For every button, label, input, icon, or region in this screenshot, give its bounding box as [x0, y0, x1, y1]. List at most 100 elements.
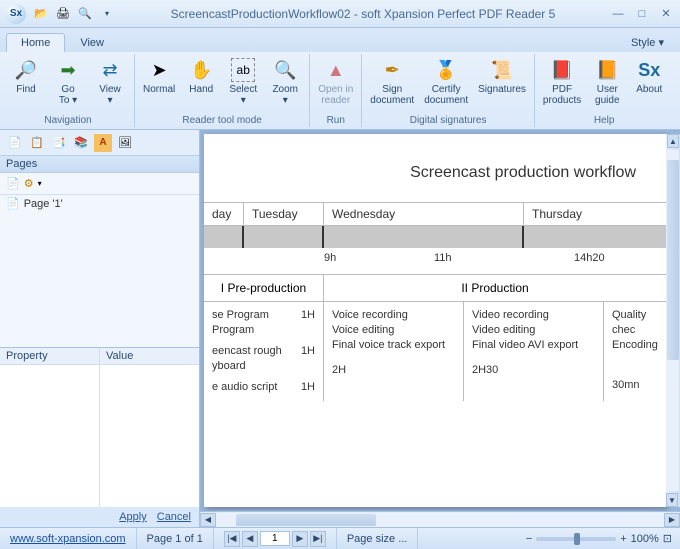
- vendor-link[interactable]: www.soft-xpansion.com: [10, 533, 126, 545]
- dropdown-icon[interactable]: ▾: [98, 5, 116, 23]
- select-icon: ab: [231, 58, 255, 82]
- scroll-thumb[interactable]: [667, 160, 679, 360]
- app-logo[interactable]: Sx: [6, 4, 26, 24]
- ribbon: 🔎Find ➡Go To ▾ ⇄View ▾ Navigation ➤Norma…: [0, 52, 680, 130]
- guide-icon: 📙: [595, 58, 619, 82]
- titlebar: Sx 📂 🖨 🔍 ▾ ScreencastProductionWorkflow0…: [0, 0, 680, 28]
- pen-icon: ✒: [380, 58, 404, 82]
- panel-footer: Apply Cancel: [0, 507, 199, 527]
- vendor-link-segment: www.soft-xpansion.com: [0, 528, 137, 549]
- page-tree-item[interactable]: 📄 Page '1': [0, 195, 199, 212]
- arrow-right-icon: ➡: [56, 58, 80, 82]
- signatures-icon: 📜: [490, 58, 514, 82]
- timeline-bar: [204, 226, 666, 248]
- arrows-icon: ⇄: [98, 58, 122, 82]
- layers-icon[interactable]: 📚: [72, 134, 90, 152]
- timeline-header: day Tuesday Wednesday Thursday: [204, 202, 666, 226]
- window-title: ScreencastProductionWorkflow02 - soft Xp…: [116, 7, 610, 21]
- scroll-down-icon[interactable]: ▼: [666, 493, 678, 507]
- thumb-icon[interactable]: 📄: [6, 177, 20, 190]
- pdf-products-button[interactable]: 📕PDF products: [539, 56, 585, 108]
- bookmark-icon[interactable]: 📑: [50, 134, 68, 152]
- phase-cell: I Pre-production: [204, 275, 324, 301]
- image-icon[interactable]: 🖼: [116, 134, 134, 152]
- scroll-left-icon[interactable]: ◀: [200, 513, 216, 527]
- normal-button[interactable]: ➤Normal: [139, 56, 179, 97]
- task-cell: se Program1H Program eencast rough1H ybo…: [204, 302, 324, 401]
- first-page-button[interactable]: |◀: [224, 531, 240, 547]
- open-in-reader-button[interactable]: ▲Open in reader: [314, 56, 357, 108]
- phase-cell: II Production: [324, 275, 666, 301]
- pdf-page: Screencast production workflow day Tuesd…: [204, 134, 666, 507]
- zoom-slider[interactable]: [536, 537, 616, 541]
- maximize-button[interactable]: □: [634, 6, 650, 22]
- group-label: Navigation: [6, 114, 130, 127]
- properties-table: Property Value: [0, 348, 199, 507]
- cancel-link[interactable]: Cancel: [157, 511, 191, 523]
- certify-button[interactable]: 🏅Certify document: [420, 56, 472, 108]
- minimize-button[interactable]: —: [610, 6, 626, 22]
- sign-button[interactable]: ✒Sign document: [366, 56, 418, 108]
- day-cell: Tuesday: [244, 203, 324, 225]
- zoom-button[interactable]: 🔍Zoom ▾: [265, 56, 305, 108]
- group-label: Help: [539, 114, 669, 127]
- select-button[interactable]: abSelect ▾: [223, 56, 263, 108]
- magnifier-icon: 🔍: [273, 58, 297, 82]
- main-area: 📄 📋 📑 📚 A 🖼 Pages 📄 ⚙ ▾ 📄 Page '1' Prope…: [0, 130, 680, 527]
- vertical-scrollbar[interactable]: ▲ ▼: [666, 134, 680, 507]
- prev-page-button[interactable]: ◀: [242, 531, 258, 547]
- hand-icon: ✋: [189, 58, 213, 82]
- about-button[interactable]: SxAbout: [629, 56, 669, 97]
- duration-label: 14h20: [574, 252, 605, 264]
- pages-toolbar: 📄 ⚙ ▾: [0, 173, 199, 195]
- zoom-in-button[interactable]: +: [620, 533, 626, 545]
- search-icon[interactable]: 🔍: [76, 5, 94, 23]
- zoom-value: 100%: [631, 533, 659, 545]
- find-button[interactable]: 🔎Find: [6, 56, 46, 97]
- task-cell: Video recording Video editing Final vide…: [464, 302, 604, 401]
- zoom-out-button[interactable]: −: [526, 533, 532, 545]
- duration-label: 9h: [324, 252, 434, 264]
- document-viewport[interactable]: Screencast production workflow day Tuesd…: [200, 130, 680, 511]
- scroll-right-icon[interactable]: ▶: [664, 513, 680, 527]
- copy-icon[interactable]: 📋: [28, 134, 46, 152]
- certificate-icon: 🏅: [434, 58, 458, 82]
- horizontal-scrollbar[interactable]: ◀ ▶: [200, 511, 680, 527]
- tab-view[interactable]: View: [65, 33, 119, 52]
- scroll-up-icon[interactable]: ▲: [667, 134, 679, 148]
- view-button[interactable]: ⇄View ▾: [90, 56, 130, 108]
- group-label: Reader tool mode: [139, 114, 305, 127]
- page-icon: 📄: [6, 197, 20, 210]
- pages-list: 📄 ⚙ ▾ 📄 Page '1': [0, 173, 199, 347]
- apply-link[interactable]: Apply: [119, 511, 147, 523]
- goto-button[interactable]: ➡Go To ▾: [48, 56, 88, 108]
- signatures-button[interactable]: 📜Signatures: [474, 56, 530, 97]
- tab-home[interactable]: Home: [6, 33, 65, 52]
- user-guide-button[interactable]: 📙User guide: [587, 56, 627, 108]
- page-input[interactable]: [260, 531, 290, 546]
- page-icon[interactable]: 📄: [6, 134, 24, 152]
- scroll-thumb[interactable]: [236, 514, 376, 526]
- group-signatures: ✒Sign document 🏅Certify document 📜Signat…: [362, 54, 535, 127]
- print-icon[interactable]: 🖨: [54, 5, 72, 23]
- last-page-button[interactable]: ▶|: [310, 531, 326, 547]
- zoom-thumb[interactable]: [574, 533, 580, 545]
- fit-icon[interactable]: ⊡: [663, 532, 672, 545]
- style-menu[interactable]: Style ▾: [621, 33, 674, 52]
- text-icon[interactable]: A: [94, 134, 112, 152]
- hand-button[interactable]: ✋Hand: [181, 56, 221, 97]
- book-icon: 📕: [550, 58, 574, 82]
- window-controls: — □ ✕: [610, 6, 674, 22]
- chevron-down-icon[interactable]: ▾: [38, 179, 42, 188]
- next-page-button[interactable]: ▶: [292, 531, 308, 547]
- group-label: Run: [314, 114, 357, 127]
- gear-icon[interactable]: ⚙: [24, 177, 34, 190]
- durations-row: 9h 11h 14h20: [204, 248, 666, 264]
- ribbon-tabs: Home View Style ▾: [0, 28, 680, 52]
- status-bar: www.soft-xpansion.com Page 1 of 1 |◀ ◀ ▶…: [0, 527, 680, 549]
- open-icon[interactable]: 📂: [32, 5, 50, 23]
- quick-access-toolbar: 📂 🖨 🔍 ▾: [32, 5, 116, 23]
- close-button[interactable]: ✕: [658, 6, 674, 22]
- group-reader-tool: ➤Normal ✋Hand abSelect ▾ 🔍Zoom ▾ Reader …: [135, 54, 310, 127]
- day-cell: day: [204, 203, 244, 225]
